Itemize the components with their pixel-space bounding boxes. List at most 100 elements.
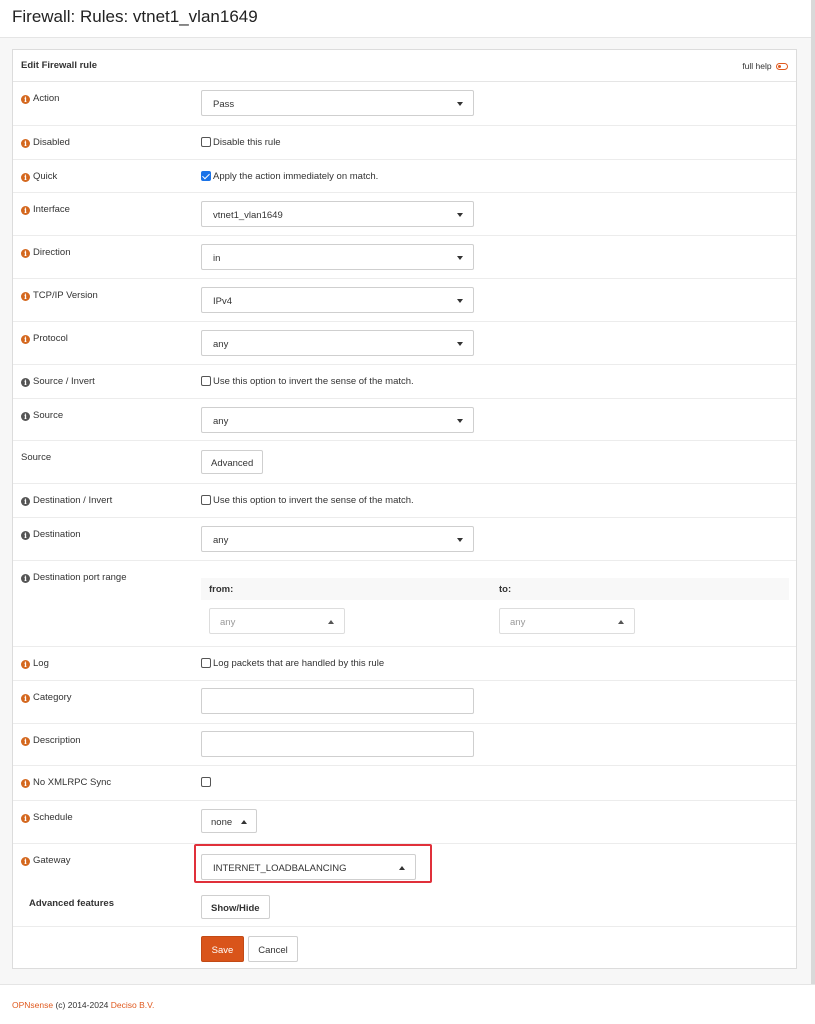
row-disabled: i Disabled Disable this rule (13, 126, 796, 160)
footer-brand-link[interactable]: OPNsense (12, 1000, 53, 1010)
info-icon[interactable]: i (21, 531, 30, 540)
footer-copyright: (c) 2014-2024 (53, 1000, 111, 1010)
page-title: Firewall: Rules: vtnet1_vlan1649 (12, 7, 258, 26)
destination-invert-text: Use this option to invert the sense of t… (213, 495, 414, 506)
dest-port-range-label: Destination port range (33, 572, 127, 583)
info-icon[interactable]: i (21, 574, 30, 583)
description-input[interactable] (201, 731, 474, 757)
row-no-xmlrpc-sync: i No XMLRPC Sync (13, 766, 796, 801)
scrollbar[interactable] (811, 0, 815, 1024)
log-checkbox[interactable] (201, 658, 211, 668)
category-label: Category (33, 692, 72, 703)
chevron-down-icon (457, 342, 463, 346)
edit-rule-panel: Edit Firewall rule full help i Action Pas… (12, 49, 797, 969)
no-xmlrpc-sync-label: No XMLRPC Sync (33, 777, 112, 788)
info-icon[interactable]: i (21, 292, 30, 301)
source-select[interactable]: any (201, 407, 474, 433)
direction-value: in (213, 253, 221, 264)
row-destination: i Destination any (13, 518, 796, 561)
protocol-label: Protocol (33, 333, 68, 344)
info-icon[interactable]: i (21, 737, 30, 746)
footer: OPNsense (c) 2014-2024 Deciso B.V. (0, 984, 815, 1024)
source-invert-option[interactable]: Use this option to invert the sense of t… (201, 376, 414, 387)
row-destination-port-range: i Destination port range from: to: any an… (13, 561, 796, 647)
tcpip-version-value: IPv4 (213, 296, 233, 307)
info-icon[interactable]: i (21, 95, 30, 104)
row-interface: i Interface vtnet1_vlan1649 (13, 193, 796, 236)
port-range-header: from: to: (201, 578, 789, 600)
row-protocol: i Protocol any (13, 322, 796, 365)
source-advanced-button[interactable]: Advanced (201, 450, 264, 474)
save-button[interactable]: Save (201, 936, 244, 962)
log-option[interactable]: Log packets that are handled by this rul… (201, 658, 384, 669)
info-icon[interactable]: i (21, 335, 30, 344)
info-icon[interactable]: i (21, 139, 30, 148)
info-icon[interactable]: i (21, 779, 30, 788)
interface-label: Interface (33, 204, 70, 215)
show-hide-button[interactable]: Show/Hide (201, 895, 270, 919)
row-category: i Category (13, 681, 796, 724)
no-xmlrpc-sync-option[interactable] (201, 777, 213, 788)
source-invert-checkbox[interactable] (201, 376, 211, 386)
cancel-button[interactable]: Cancel (248, 936, 298, 962)
destination-value: any (213, 535, 229, 546)
chevron-down-icon (457, 538, 463, 542)
port-range-table: from: to: any any (201, 578, 789, 634)
tcpip-version-select[interactable]: IPv4 (201, 287, 474, 313)
port-from-select[interactable]: any (209, 608, 345, 634)
quick-label: Quick (33, 171, 58, 182)
info-icon[interactable]: i (21, 694, 30, 703)
row-destination-invert: i Destination / Invert Use this option to… (13, 484, 796, 518)
panel-title: Edit Firewall rule (21, 60, 98, 71)
no-xmlrpc-sync-checkbox[interactable] (201, 777, 211, 787)
to-header: to: (499, 584, 512, 595)
direction-label: Direction (33, 247, 71, 258)
destination-invert-option[interactable]: Use this option to invert the sense of t… (201, 495, 414, 506)
action-label: Action (33, 93, 60, 104)
info-icon[interactable]: i (21, 173, 30, 182)
disable-rule-option[interactable]: Disable this rule (201, 137, 281, 148)
source-value: any (213, 416, 229, 427)
row-log: i Log Log packets that are handled by thi… (13, 647, 796, 681)
port-to-select[interactable]: any (499, 608, 635, 634)
row-advanced-features: Advanced features Show/Hide (13, 887, 796, 927)
schedule-label: Schedule (33, 812, 73, 823)
title-bar: Firewall: Rules: vtnet1_vlan1649 (0, 0, 815, 38)
direction-select[interactable]: in (201, 244, 474, 270)
tcpip-version-label: TCP/IP Version (33, 290, 98, 301)
info-icon[interactable]: i (21, 497, 30, 506)
full-help-toggle[interactable]: full help (742, 61, 788, 71)
chevron-up-icon (241, 820, 247, 824)
chevron-down-icon (457, 213, 463, 217)
disabled-label: Disabled (33, 137, 70, 148)
quick-option[interactable]: Apply the action immediately on match. (201, 171, 378, 182)
info-icon[interactable]: i (21, 814, 30, 823)
info-icon[interactable]: i (21, 249, 30, 258)
destination-invert-checkbox[interactable] (201, 495, 211, 505)
gateway-highlight (194, 844, 432, 883)
interface-value: vtnet1_vlan1649 (213, 210, 283, 221)
toggle-icon[interactable] (776, 63, 788, 71)
info-icon[interactable]: i (21, 412, 30, 421)
footer-company-link[interactable]: Deciso B.V. (111, 1000, 155, 1010)
full-help-label: full help (742, 61, 772, 71)
chevron-down-icon (457, 102, 463, 106)
action-select[interactable]: Pass (201, 90, 474, 116)
interface-select[interactable]: vtnet1_vlan1649 (201, 201, 474, 227)
category-input[interactable] (201, 688, 474, 714)
destination-select[interactable]: any (201, 526, 474, 552)
row-quick: i Quick Apply the action immediately on m… (13, 160, 796, 193)
protocol-select[interactable]: any (201, 330, 474, 356)
quick-checkbox[interactable] (201, 171, 211, 181)
disable-rule-text: Disable this rule (213, 137, 281, 148)
description-label: Description (33, 735, 81, 746)
info-icon[interactable]: i (21, 857, 30, 866)
disable-rule-checkbox[interactable] (201, 137, 211, 147)
source-label: Source (33, 410, 64, 421)
info-icon[interactable]: i (21, 378, 30, 387)
info-icon[interactable]: i (21, 660, 30, 669)
source-invert-label: Source / Invert (33, 376, 95, 387)
schedule-select[interactable]: none (201, 809, 257, 833)
destination-invert-label: Destination / Invert (33, 495, 113, 506)
info-icon[interactable]: i (21, 206, 30, 215)
